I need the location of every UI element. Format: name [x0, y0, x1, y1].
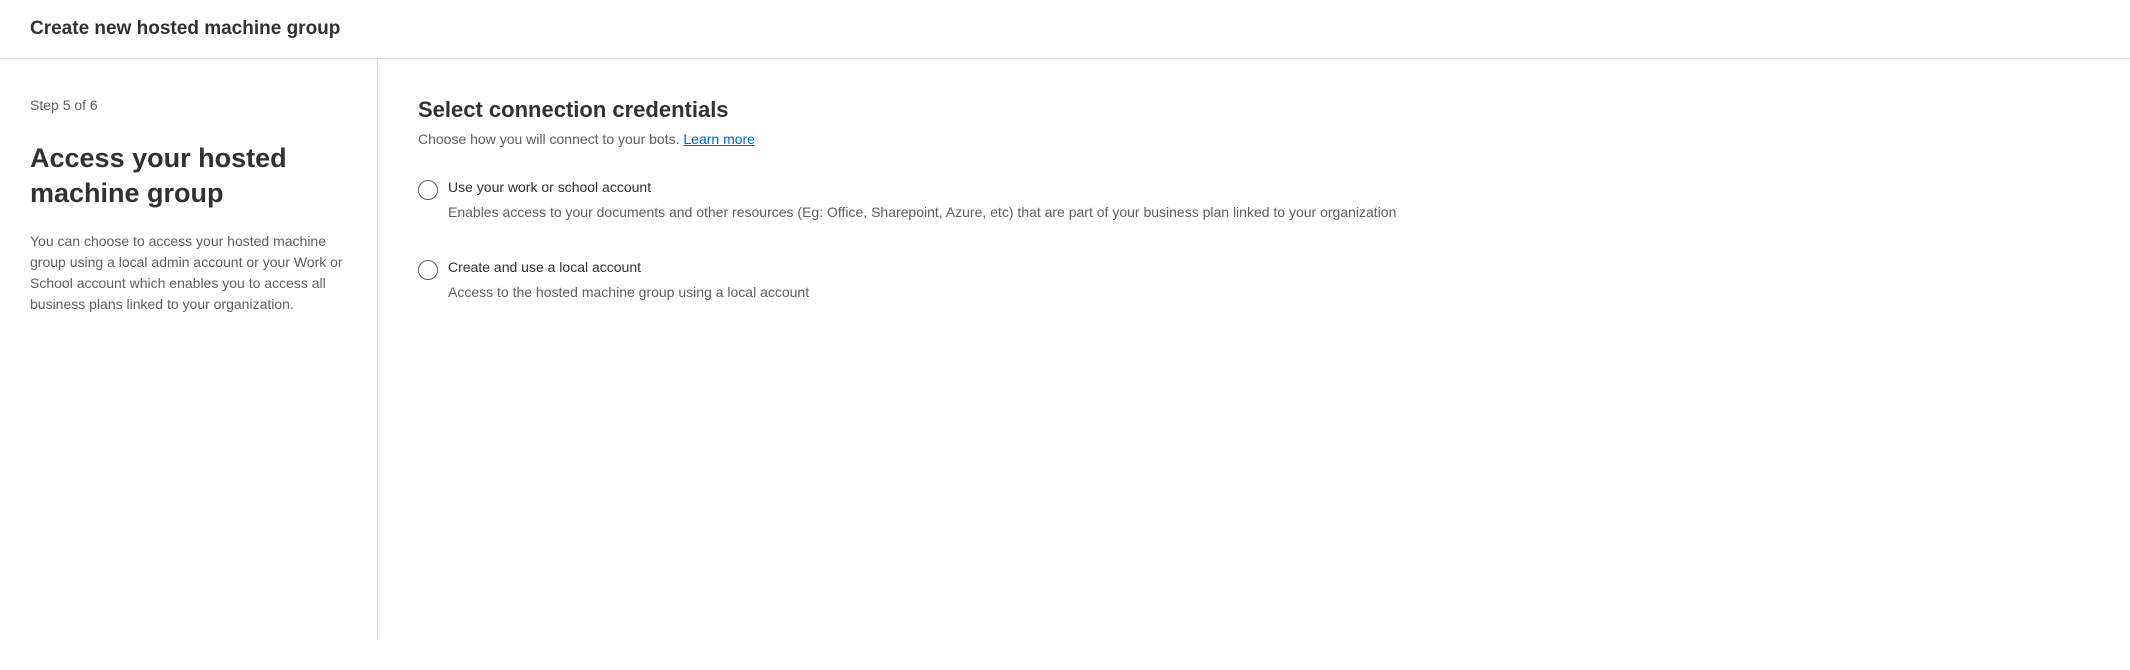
page-header: Create new hosted machine group — [0, 0, 2130, 59]
right-panel: Select connection credentials Choose how… — [378, 59, 2130, 639]
radio-content: Use your work or school account Enables … — [448, 179, 1428, 223]
page-title: Create new hosted machine group — [30, 18, 340, 39]
radio-description-work-school: Enables access to your documents and oth… — [448, 201, 1428, 223]
step-description: You can choose to access your hosted mac… — [30, 231, 347, 315]
section-subtitle-text: Choose how you will connect to your bots… — [418, 131, 683, 147]
radio-description-local-account: Access to the hosted machine group using… — [448, 281, 1428, 303]
main-container: Step 5 of 6 Access your hosted machine g… — [0, 59, 2130, 639]
left-panel: Step 5 of 6 Access your hosted machine g… — [0, 59, 378, 639]
radio-circle-icon[interactable] — [418, 260, 438, 280]
radio-label-local-account[interactable]: Create and use a local account — [448, 259, 1428, 275]
radio-label-work-school[interactable]: Use your work or school account — [448, 179, 1428, 195]
radio-option-work-school[interactable]: Use your work or school account Enables … — [418, 179, 1428, 223]
section-subtitle: Choose how you will connect to your bots… — [418, 131, 2090, 147]
section-title: Select connection credentials — [418, 97, 2090, 123]
radio-content: Create and use a local account Access to… — [448, 259, 1428, 303]
radio-circle-icon[interactable] — [418, 180, 438, 200]
radio-option-local-account[interactable]: Create and use a local account Access to… — [418, 259, 1428, 303]
learn-more-link[interactable]: Learn more — [683, 131, 755, 147]
step-indicator: Step 5 of 6 — [30, 97, 347, 113]
step-title: Access your hosted machine group — [30, 141, 347, 211]
